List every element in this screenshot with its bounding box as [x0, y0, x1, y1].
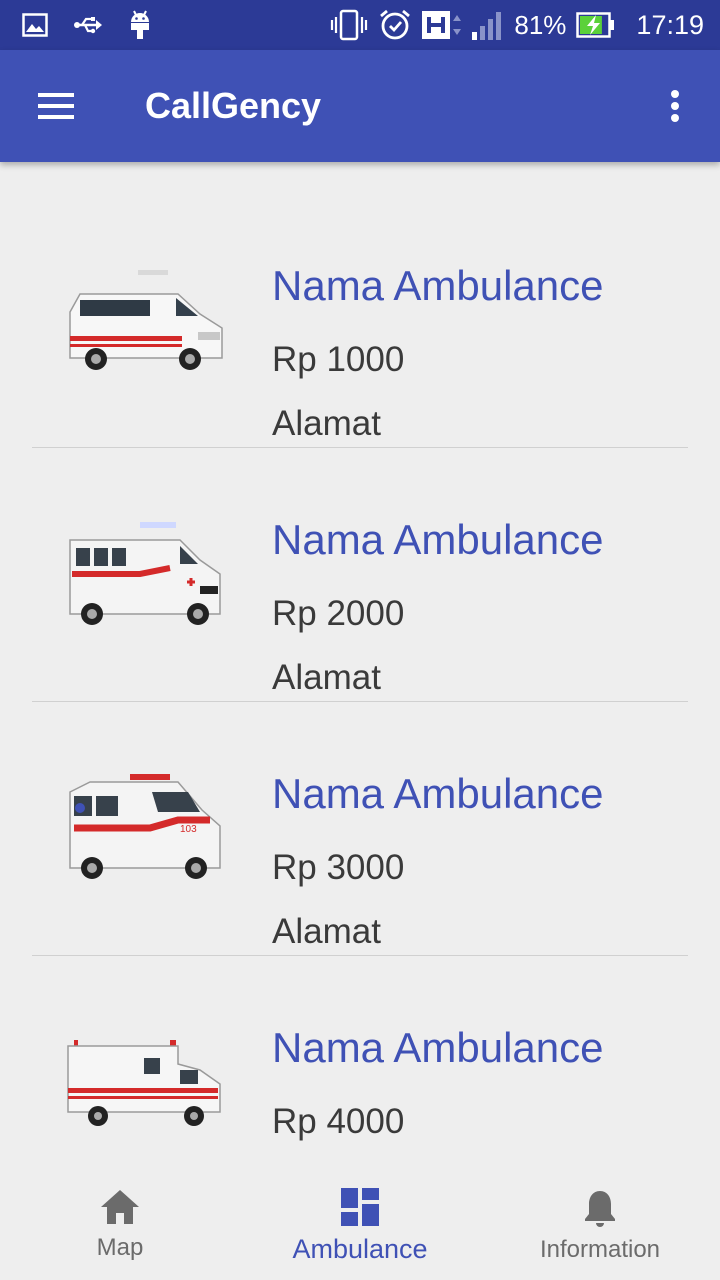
- ambulance-name: Nama Ambulance: [272, 1024, 604, 1071]
- app-title: CallGency: [145, 85, 322, 126]
- nav-information-label: Information: [539, 1236, 661, 1263]
- ambulance-name: Nama Ambulance: [272, 770, 604, 817]
- signal-icon: [472, 10, 504, 40]
- home-icon: [101, 1190, 139, 1224]
- bell-icon: [585, 1191, 615, 1227]
- menu-button[interactable]: [0, 50, 112, 162]
- ambulance-image: 103: [69, 774, 221, 879]
- clock-time: 17:19: [636, 9, 704, 40]
- app-bar: CallGency: [0, 50, 720, 162]
- vibrate-icon: [330, 9, 368, 41]
- ambulance-price: Rp 3000: [272, 848, 405, 887]
- image-icon: [22, 13, 48, 37]
- nav-map-label: Map: [96, 1234, 144, 1261]
- ambulance-list-item[interactable]: 103 Nama Ambulance Rp 3000 Alamat: [32, 702, 688, 956]
- ambulance-address: Alamat: [272, 404, 381, 443]
- dashboard-icon: [341, 1188, 379, 1226]
- svg-text:103: 103: [180, 824, 197, 835]
- ambulance-list[interactable]: Nama Ambulance Rp 1000 Alamat Nama Ambul…: [0, 162, 720, 1172]
- alarm-icon: [378, 8, 412, 42]
- ambulance-name: Nama Ambulance: [272, 262, 604, 309]
- ambulance-image: [67, 1040, 221, 1126]
- hspa-icon: [422, 9, 462, 41]
- status-bar: 81% 17:19: [0, 0, 720, 50]
- android-icon: [128, 10, 152, 40]
- hamburger-icon: [38, 93, 74, 119]
- ambulance-name: Nama Ambulance: [272, 516, 604, 563]
- ambulance-address: Alamat: [272, 658, 381, 697]
- ambulance-list-item[interactable]: Nama Ambulance Rp 2000 Alamat: [32, 448, 688, 702]
- ambulance-list-item[interactable]: Nama Ambulance Rp 4000: [32, 956, 688, 1172]
- battery-charging-icon: [576, 12, 616, 38]
- nav-information[interactable]: Information: [480, 1172, 720, 1280]
- more-vert-icon: [671, 90, 679, 122]
- usb-icon: [74, 15, 102, 35]
- bottom-navigation: Map Ambulance Information: [0, 1172, 720, 1280]
- ambulance-image: [69, 270, 223, 370]
- ambulance-image: [69, 522, 221, 625]
- ambulance-list-item[interactable]: Nama Ambulance Rp 1000 Alamat: [32, 194, 688, 448]
- battery-percent: 81%: [514, 9, 567, 40]
- nav-map[interactable]: Map: [0, 1172, 240, 1280]
- ambulance-price: Rp 1000: [272, 340, 405, 379]
- overflow-menu-button[interactable]: [630, 50, 720, 162]
- ambulance-price: Rp 4000: [272, 1102, 405, 1141]
- ambulance-price: Rp 2000: [272, 594, 405, 633]
- nav-ambulance[interactable]: Ambulance: [240, 1172, 480, 1280]
- nav-ambulance-label: Ambulance: [292, 1234, 428, 1264]
- ambulance-address: Alamat: [272, 912, 381, 951]
